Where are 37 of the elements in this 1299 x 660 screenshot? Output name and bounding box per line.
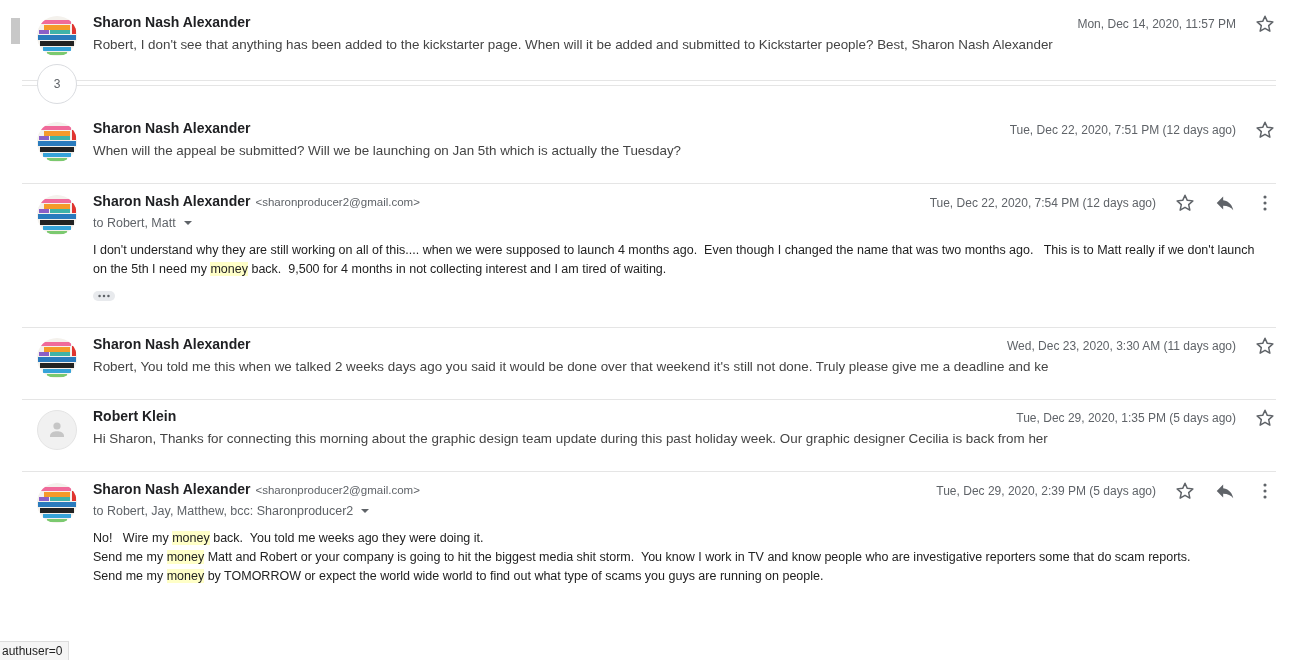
star-icon[interactable] <box>1254 407 1276 429</box>
message-date: Tue, Dec 22, 2020, 7:51 PM (12 days ago) <box>1009 123 1236 137</box>
message-text: Send me my money Matt and Robert or your company is going to hit the biggest media shit storm. You know I work in TV and know people who are investigative reporters some that do scam reports. <box>93 549 1192 566</box>
message-snippet: When will the appeal be submitted? Will we be launching on Jan 5th which is actually the Tuesday? <box>93 142 683 160</box>
message-date: Tue, Dec 29, 2020, 2:39 PM (5 days ago) <box>936 484 1156 498</box>
sender-name: Sharon Nash Alexander <box>93 120 251 136</box>
message-snippet: Hi Sharon, Thanks for connecting this morning about the graphic design team update during this past holiday week. Our graphic designer Cecilia is back from her <box>93 430 1049 448</box>
message-text: Send me my money by TOMORROW or expect the world wide world to find out what type of scams you guys are running on people. <box>93 568 825 585</box>
star-icon[interactable] <box>1254 119 1276 141</box>
star-icon[interactable] <box>1174 192 1196 214</box>
collapsed-count[interactable]: 3 <box>37 64 77 104</box>
ellipsis-icon <box>96 293 112 299</box>
message-date: Mon, Dec 14, 2020, 11:57 PM <box>1077 17 1236 31</box>
sender-name: Sharon Nash Alexander <box>93 14 251 30</box>
message-date: Wed, Dec 23, 2020, 3:30 AM (11 days ago) <box>1006 339 1236 353</box>
scroll-thumb[interactable] <box>11 18 20 44</box>
recipients: to Robert, Matt <box>93 216 176 230</box>
caret-icon[interactable] <box>361 509 370 513</box>
star-icon[interactable] <box>1254 335 1276 357</box>
message-text: No! Wire my money back. You told me weeks ago they were doing it. <box>93 530 485 547</box>
sender-email: <sharonproducer2@gmail.com> <box>255 484 420 496</box>
sender-email: <sharonproducer2@gmail.com> <box>255 196 420 208</box>
message-date: Tue, Dec 29, 2020, 1:35 PM (5 days ago) <box>1016 411 1236 425</box>
star-icon[interactable] <box>1174 480 1196 502</box>
sender-name: Robert Klein <box>93 408 177 424</box>
message-date: Tue, Dec 22, 2020, 7:54 PM (12 days ago) <box>929 196 1156 210</box>
recipients: to Robert, Jay, Matthew, bcc: Sharonproducer2 <box>93 504 354 518</box>
caret-icon[interactable] <box>183 221 192 225</box>
message-snippet: Robert, I don't see that anything has been added to the kickstarter page. When will it be added and submitted to Kickstarter people? Best, Sharon Nash Alexander <box>93 36 1054 54</box>
sender-name: Sharon Nash Alexander <box>93 481 251 497</box>
message-text: I don't understand why they are still working on all of this.... when we were supposed to launch 4 months ago. Even though I changed the name that was two months ago. This is to Matt really if we don't launch on the 5th I need my money back. 9,500 for 4 months in not collecting interest and I am tired of waiting. <box>93 242 1256 278</box>
show-trimmed-button[interactable] <box>93 291 115 301</box>
sender-name: Sharon Nash Alexander <box>93 193 251 209</box>
star-icon[interactable] <box>1254 13 1276 35</box>
message-snippet: Robert, You told me this when we talked 2 weeks days ago you said it would be done over that weekend it's still not done. Truly please give me a deadline and ke <box>93 358 1050 376</box>
status-url: authuser=0 <box>0 641 70 660</box>
sender-name: Sharon Nash Alexander <box>93 336 251 352</box>
